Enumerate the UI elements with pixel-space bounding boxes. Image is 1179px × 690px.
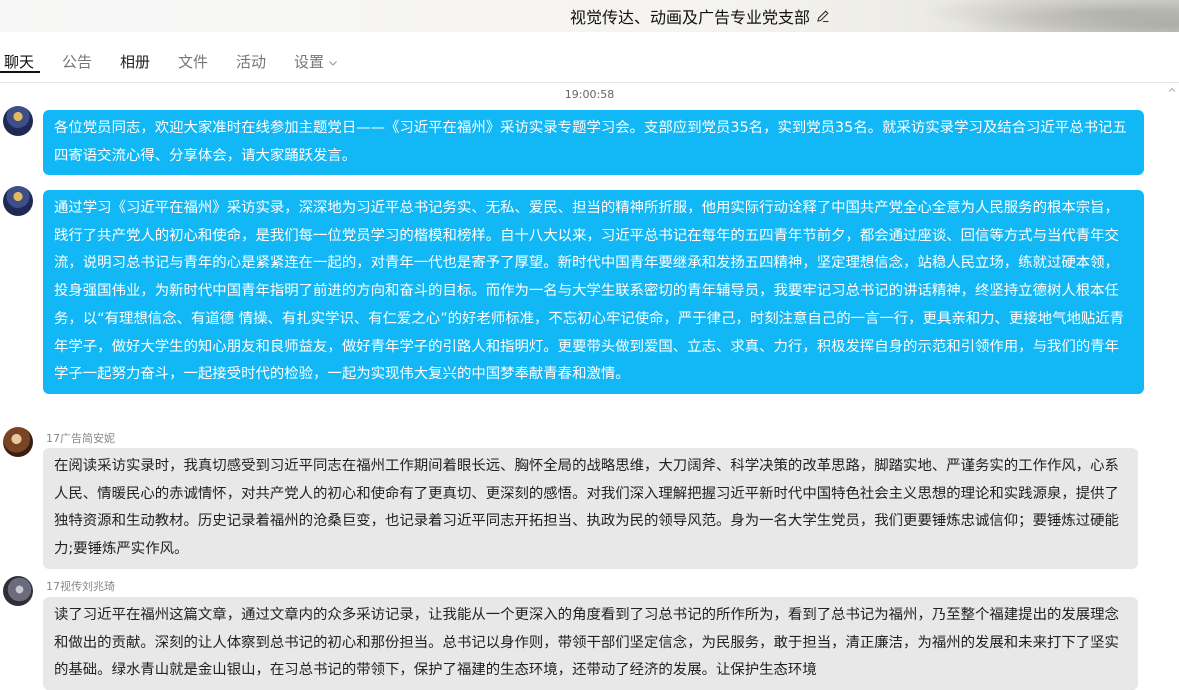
message-bubble: 各位党员同志，欢迎大家准时在线参加主题党日——《习近平在福州》采访实录专题学习会… — [43, 110, 1144, 176]
active-tab-indicator — [0, 71, 40, 73]
tab-album[interactable]: 相册 — [120, 51, 150, 72]
group-name: 视觉传达、动画及广告专业党支部 — [570, 8, 811, 27]
title-bar: 视觉传达、动画及广告专业党支部 — [0, 0, 1179, 32]
tab-bar: 聊天 公告 相册 文件 活动 设置 — [0, 32, 1179, 83]
tab-activities[interactable]: 活动 — [236, 51, 266, 72]
message-bubble: 在阅读采访实录时，我真切感受到习近平同志在福州工作期间着眼长远、胸怀全局的战略思… — [43, 448, 1138, 569]
tab-settings[interactable]: 设置 — [294, 51, 338, 72]
edit-icon[interactable] — [816, 9, 830, 23]
avatar[interactable] — [3, 106, 33, 136]
avatar[interactable] — [3, 427, 33, 457]
tab-settings-label: 设置 — [294, 53, 325, 71]
chevron-down-icon — [329, 60, 337, 66]
sender-name: 17视传刘兆琦 — [46, 580, 115, 593]
message-timestamp: 19:00:58 — [564, 88, 615, 101]
avatar[interactable] — [3, 186, 33, 216]
avatar[interactable] — [3, 576, 33, 606]
scroll-up-icon[interactable] — [1168, 86, 1176, 94]
tab-chat[interactable]: 聊天 — [4, 51, 34, 72]
message-bubble: 通过学习《习近平在福州》采访实录，深深地为习近平总书记务实、无私、爱民、担当的精… — [43, 190, 1144, 394]
ink-painting-decoration — [919, 0, 1179, 32]
sender-name: 17广告简安妮 — [46, 432, 115, 445]
tab-files[interactable]: 文件 — [178, 51, 208, 72]
message-bubble: 读了习近平在福州这篇文章，通过文章内的众多采访记录，让我能从一个更深入的角度看到… — [43, 597, 1138, 690]
tab-announcements[interactable]: 公告 — [62, 51, 92, 72]
group-title[interactable]: 视觉传达、动画及广告专业党支部 — [570, 4, 830, 28]
